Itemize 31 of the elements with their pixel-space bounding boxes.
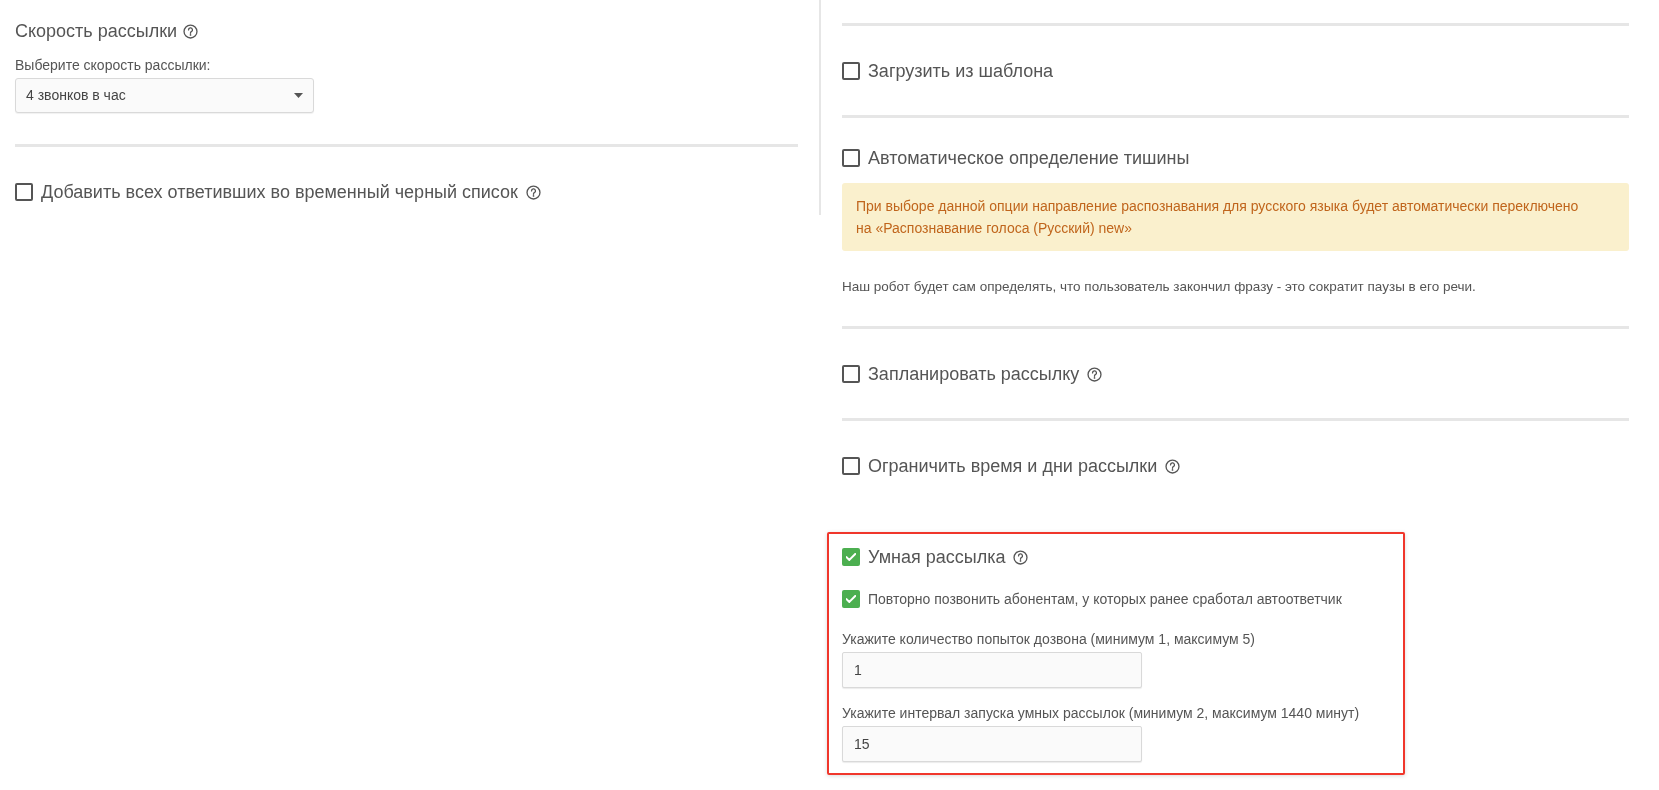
- help-icon[interactable]: [183, 23, 199, 39]
- checkbox-label[interactable]: Загрузить из шаблона: [868, 59, 1054, 83]
- caret-icon: [294, 93, 303, 98]
- checkbox[interactable]: [842, 365, 860, 383]
- field-label: Укажите интервал запуска умных рассылок (минимум 2, максимум 1440 минут): [842, 704, 1360, 722]
- help-icon[interactable]: [1165, 458, 1181, 474]
- help-icon[interactable]: [1013, 549, 1029, 565]
- checkbox-label[interactable]: Умная рассылка: [868, 545, 1006, 569]
- checkbox[interactable]: [15, 183, 33, 201]
- checkmark-icon: [846, 553, 856, 561]
- checkbox[interactable]: [842, 149, 860, 167]
- checkbox-label[interactable]: Запланировать рассылку: [868, 362, 1080, 386]
- checkbox-label[interactable]: Добавить всех ответивших во временный черный список: [41, 180, 518, 204]
- speed-select[interactable]: 4 звонков в час: [15, 78, 314, 113]
- help-icon[interactable]: [1087, 366, 1103, 382]
- checkbox-label[interactable]: Автоматическое определение тишины: [868, 146, 1190, 170]
- checkmark-icon: [846, 595, 856, 603]
- select-label: Выберите скорость рассылки:: [15, 56, 211, 74]
- section-title: Скорость рассылки: [15, 20, 178, 43]
- help-icon[interactable]: [525, 184, 541, 200]
- input-field[interactable]: 15: [842, 726, 1142, 762]
- warning-message: При выборе данной опции направление распознавания для русского языка будет автоматически переключено на «Распознавание голоса (Русский) new»: [842, 183, 1629, 251]
- hint-text: Наш робот будет сам определять, что пользователь закончил фразу - это сократит паузы в его речи.: [842, 278, 1476, 296]
- checkbox[interactable]: [842, 548, 860, 566]
- checkbox[interactable]: [842, 590, 860, 608]
- input-field[interactable]: 1: [842, 652, 1142, 688]
- checkbox-label[interactable]: Повторно позвонить абонентам, у которых ранее сработал автоответчик: [868, 589, 1342, 609]
- checkbox[interactable]: [842, 457, 860, 475]
- checkbox[interactable]: [842, 62, 860, 80]
- field-label: Укажите количество попыток дозвона (минимум 1, максимум 5): [842, 630, 1256, 648]
- checkbox-label[interactable]: Ограничить время и дни рассылки: [868, 454, 1158, 478]
